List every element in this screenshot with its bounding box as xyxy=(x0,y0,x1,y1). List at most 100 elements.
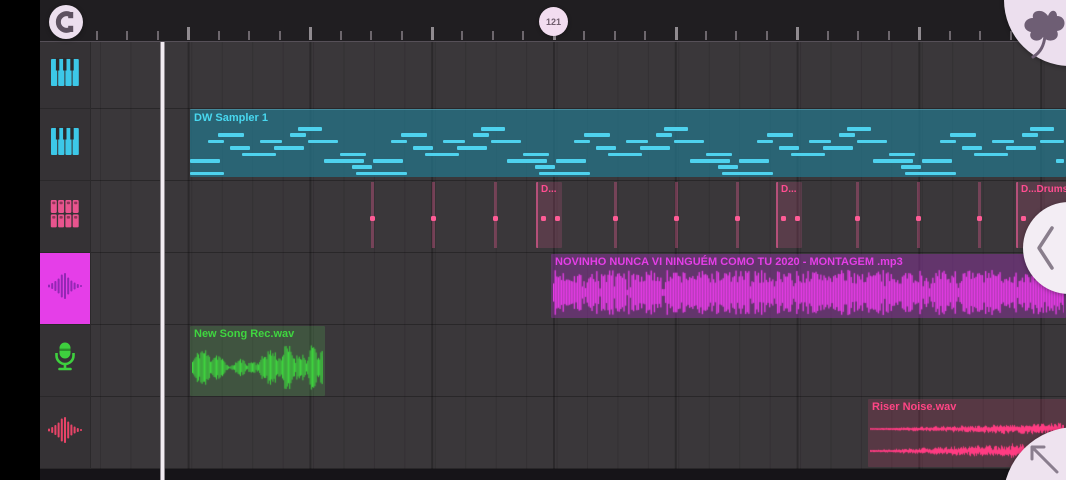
midi-note xyxy=(230,146,250,150)
midi-note xyxy=(1030,127,1054,131)
drum-note-dot xyxy=(613,216,618,221)
midi-note xyxy=(664,127,688,131)
midi-note xyxy=(596,146,616,150)
midi-note xyxy=(298,127,322,131)
ruler-major-tick xyxy=(918,27,921,40)
track-selector-5[interactable] xyxy=(40,325,90,397)
midi-note xyxy=(847,127,871,131)
midi-note xyxy=(574,140,590,144)
midi-note xyxy=(523,153,549,157)
audio-waveform-icon xyxy=(47,415,83,450)
track-selector-2[interactable] xyxy=(40,109,90,181)
audio-clip-new-song-rec[interactable]: New Song Rec.wav xyxy=(190,326,325,396)
playlist-grid[interactable]: DW Sampler 1 D... D... D...Drums NOVINHO NUN… xyxy=(90,42,1066,469)
ruler-minor-tick xyxy=(461,31,463,40)
drum-note-dot xyxy=(370,216,375,221)
clip-label: D...Drums xyxy=(1021,184,1066,195)
midi-note xyxy=(491,140,521,144)
midi-note xyxy=(839,133,855,137)
midi-note xyxy=(556,159,586,163)
ruler-minor-tick xyxy=(705,31,707,40)
drum-note-dot xyxy=(795,216,800,221)
ruler-minor-tick xyxy=(1010,31,1012,40)
midi-note xyxy=(779,146,799,150)
ruler-minor-tick xyxy=(522,31,524,40)
bar-position-marker[interactable]: 121 xyxy=(539,7,568,36)
left-letterbox xyxy=(0,0,40,480)
midi-note xyxy=(857,140,887,144)
drum-beat-clip[interactable] xyxy=(614,182,617,248)
midi-note xyxy=(901,165,921,169)
ruler-major-tick xyxy=(796,27,799,40)
row-divider xyxy=(90,180,1066,181)
playhead[interactable] xyxy=(160,42,165,480)
drum-beat-clip[interactable] xyxy=(371,182,374,248)
midi-note xyxy=(626,140,648,144)
midi-note xyxy=(535,165,555,169)
midi-note xyxy=(481,127,505,131)
midi-note xyxy=(674,140,704,144)
ruler-minor-tick xyxy=(979,31,981,40)
ruler-minor-tick xyxy=(248,31,250,40)
snap-magnet-button[interactable] xyxy=(49,5,83,39)
midi-note xyxy=(950,133,976,137)
ruler-minor-tick xyxy=(492,31,494,40)
track-selector-6[interactable] xyxy=(40,397,90,469)
drum-beat-clip[interactable] xyxy=(978,182,981,248)
track-selector-3[interactable] xyxy=(40,181,90,253)
audio-clip-novinho-mp3[interactable]: NOVINHO NUNCA VI NINGUÉM COMO TU 2020 - … xyxy=(551,254,1066,318)
ruler-minor-tick xyxy=(340,31,342,40)
midi-note xyxy=(823,146,853,150)
midi-note xyxy=(308,140,338,144)
drum-beat-clip[interactable] xyxy=(494,182,497,248)
midi-note xyxy=(340,153,366,157)
drum-note-dot xyxy=(781,216,786,221)
midi-note xyxy=(218,133,244,137)
row-divider xyxy=(90,396,1066,397)
ruler-minor-tick xyxy=(370,31,372,40)
midi-note xyxy=(640,146,670,150)
drum-beat-clip[interactable] xyxy=(432,182,435,248)
ruler-minor-tick xyxy=(888,31,890,40)
midi-clip-dw-sampler[interactable]: DW Sampler 1 xyxy=(190,109,1066,177)
midi-note xyxy=(757,140,773,144)
midi-note xyxy=(962,146,982,150)
ruler-minor-tick xyxy=(857,31,859,40)
midi-note xyxy=(190,172,224,176)
midi-note xyxy=(556,172,590,176)
drum-beat-clip[interactable] xyxy=(856,182,859,248)
drum-pattern-clip[interactable]: D... xyxy=(776,182,802,248)
ruler-minor-tick xyxy=(279,31,281,40)
ruler-minor-tick xyxy=(583,31,585,40)
midi-note xyxy=(809,140,831,144)
ruler-major-tick xyxy=(431,27,434,40)
midi-note xyxy=(608,153,642,157)
midi-note xyxy=(584,133,610,137)
ruler-minor-tick xyxy=(96,31,98,40)
ruler-minor-tick xyxy=(735,31,737,40)
midi-note xyxy=(656,133,672,137)
piano-keys-icon xyxy=(50,58,80,93)
midi-note xyxy=(457,146,487,150)
midi-note xyxy=(940,140,956,144)
drum-beat-clip[interactable] xyxy=(736,182,739,248)
drum-note-dot xyxy=(916,216,921,221)
midi-note xyxy=(373,172,407,176)
drum-note-dot xyxy=(1021,216,1026,221)
drum-note-dot xyxy=(674,216,679,221)
midi-note xyxy=(739,172,773,176)
drum-pads-icon xyxy=(50,199,80,234)
drum-note-dot xyxy=(855,216,860,221)
ruler-minor-tick xyxy=(827,31,829,40)
drum-note-dot xyxy=(555,216,560,221)
drum-note-dot xyxy=(735,216,740,221)
track-selector-4[interactable] xyxy=(40,253,90,325)
drum-beat-clip[interactable] xyxy=(675,182,678,248)
drum-beat-clip[interactable] xyxy=(917,182,920,248)
track-selector-1[interactable] xyxy=(40,42,90,109)
midi-note xyxy=(274,146,304,150)
waveform xyxy=(192,341,323,394)
drum-pattern-clip[interactable]: D... xyxy=(536,182,562,248)
track-list-sidebar xyxy=(40,42,91,469)
midi-note xyxy=(413,146,433,150)
